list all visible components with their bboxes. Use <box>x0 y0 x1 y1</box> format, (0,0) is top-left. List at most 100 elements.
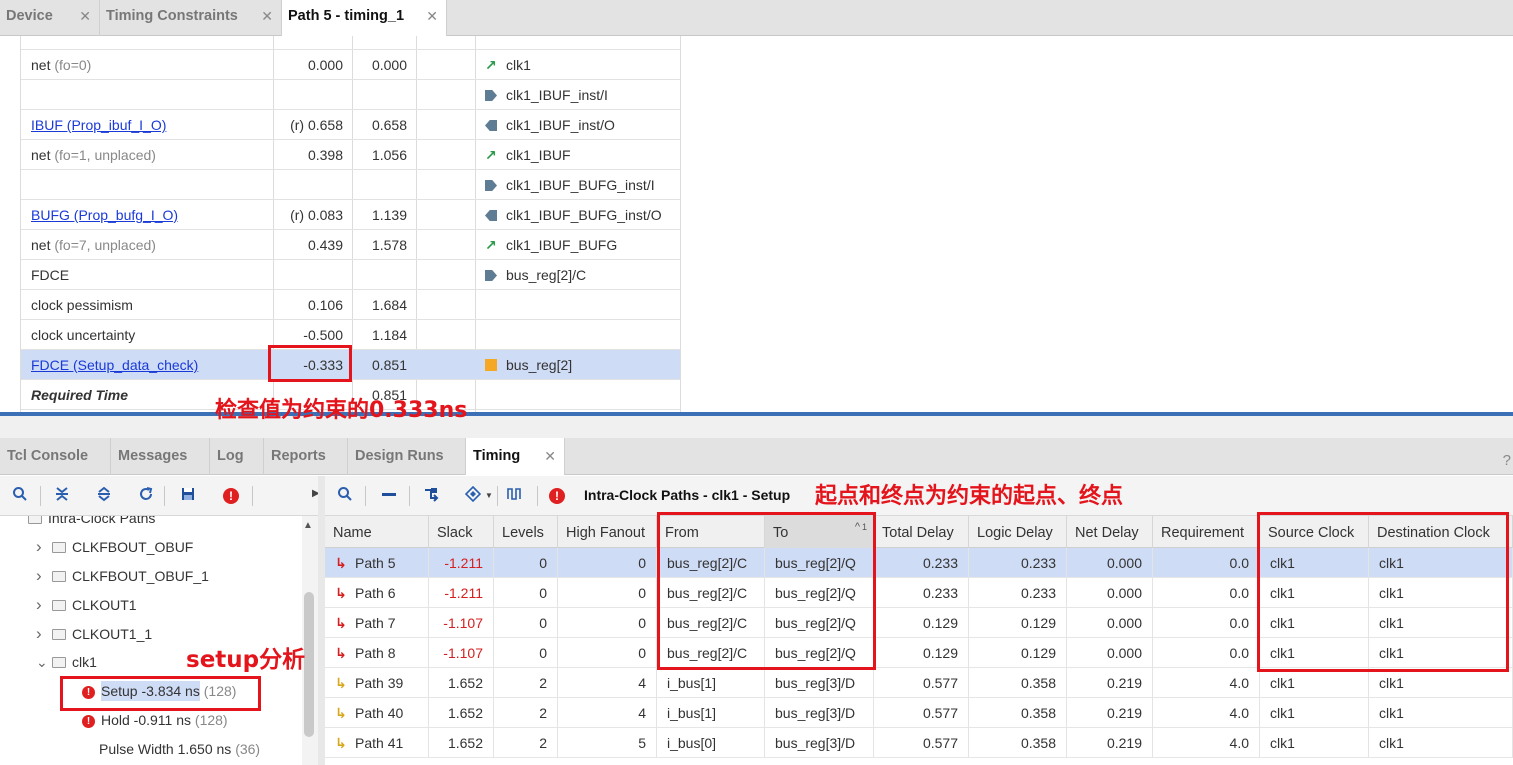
error-icon[interactable]: ! <box>221 486 241 506</box>
close-icon[interactable]: ✕ <box>544 438 556 475</box>
description-cell <box>31 170 271 200</box>
tab-device[interactable]: Device ✕ <box>0 0 100 36</box>
vertical-splitter[interactable] <box>318 476 325 765</box>
tab-messages[interactable]: Messages <box>111 438 210 475</box>
bottom-tab-bar: Tcl Console Messages Log Reports Design … <box>0 438 1513 475</box>
folder-icon <box>52 542 66 553</box>
table-row[interactable]: ↳ Path 39 1.652 2 4 i_bus[1] bus_reg[3]/D 0.577… <box>325 668 1513 698</box>
search-icon[interactable] <box>335 486 355 506</box>
chevron-right-icon[interactable]: › <box>36 561 50 590</box>
chevron-right-icon[interactable]: › <box>36 619 50 648</box>
cell-fanout: 0 <box>558 548 657 578</box>
minus-icon[interactable] <box>379 486 399 506</box>
location-text: clk1_IBUF_BUFG_inst/O <box>506 207 662 223</box>
path-cell <box>352 260 407 290</box>
cell-value: 0.219 <box>1106 705 1142 721</box>
tab-path-5[interactable]: Path 5 - timing_1 ✕ <box>282 0 447 37</box>
cell-value: 0.0 <box>1229 645 1249 661</box>
tree-item-count: (36) <box>235 741 261 757</box>
tab-timing[interactable]: Timing ✕ <box>466 438 565 475</box>
cell-req: 4.0 <box>1153 698 1260 728</box>
cell-value: 2 <box>539 675 547 691</box>
tab-tcl-console[interactable]: Tcl Console <box>0 438 111 475</box>
table-row[interactable]: net (fo=1, unplaced) 0.398 1.056 ↗ clk1_IBUF <box>21 140 680 170</box>
chevron-down-icon[interactable]: ⌄ <box>36 648 50 677</box>
description-text: clock pessimism <box>31 297 133 313</box>
cell-value: -1.107 <box>443 615 483 631</box>
table-row[interactable]: BUFG (Prop_bufg_I_O) (r) 0.083 1.139 clk1_I… <box>21 200 680 230</box>
column-header-logic-delay[interactable]: Logic Delay <box>969 516 1067 548</box>
column-header-high-fanout[interactable]: High Fanout <box>558 516 657 548</box>
cell-value: 2 <box>539 735 547 751</box>
chevron-right-icon[interactable]: › <box>36 590 50 619</box>
tree-item[interactable]: › CLKOUT1 <box>36 590 137 619</box>
column-header-total-delay[interactable]: Total Delay <box>874 516 969 548</box>
table-row[interactable]: clock pessimism 0.106 1.684 <box>21 290 680 320</box>
dropdown-icon[interactable]: ▼ <box>485 491 493 500</box>
search-icon[interactable] <box>10 486 30 506</box>
cell-logic: 0.358 <box>969 698 1067 728</box>
tab-timing-constraints[interactable]: Timing Constraints ✕ <box>100 0 282 36</box>
column-header-requirement[interactable]: Requirement <box>1153 516 1260 548</box>
expand-all-icon[interactable] <box>94 486 114 506</box>
description-text: clock uncertainty <box>31 327 136 343</box>
close-icon[interactable]: ✕ <box>261 0 273 32</box>
table-row[interactable]: clk1_IBUF_inst/I <box>21 80 680 110</box>
chevron-right-icon[interactable]: › <box>36 532 50 561</box>
table-row[interactable]: IBUF (Prop_ibuf_I_O) (r) 0.658 0.658 clk1_I… <box>21 110 680 140</box>
net-arrow-icon: ↗ <box>485 237 497 253</box>
highlight-icon[interactable] <box>463 485 483 506</box>
tree-item[interactable]: › CLKFBOUT_OBUF <box>36 532 193 561</box>
column-header-levels[interactable]: Levels <box>494 516 558 548</box>
cell-fanout: 4 <box>558 698 657 728</box>
cell-fanout: 0 <box>558 638 657 668</box>
table-row[interactable]: ↳ Path 40 1.652 2 4 i_bus[1] bus_reg[3]/D 0.577… <box>325 698 1513 728</box>
cell-value: 0.0 <box>1229 585 1249 601</box>
cell-value: Path 7 <box>355 615 396 631</box>
cell-link[interactable]: FDCE (Setup_data_check) <box>31 357 198 373</box>
tree-item[interactable]: Intra-Clock Paths <box>26 516 155 533</box>
column-header-net-delay[interactable]: Net Delay <box>1067 516 1153 548</box>
column-header-slack[interactable]: Slack <box>429 516 494 548</box>
table-row[interactable]: net (fo=0) 0.000 0.000 ↗ clk1 <box>21 50 680 80</box>
tree-item-count: (128) <box>194 712 228 728</box>
scroll-up-icon[interactable]: ▲ <box>303 520 313 531</box>
tab-label: Device <box>6 8 53 24</box>
tab-design-runs[interactable]: Design Runs <box>348 438 466 475</box>
tree-item[interactable]: Pulse Width 1.650 ns (36) <box>99 735 260 764</box>
table-row[interactable]: net (fo=7, unplaced) 0.439 1.578 ↗ clk1_IBUF… <box>21 230 680 260</box>
fanout-text: (fo=7, unplaced) <box>54 237 156 253</box>
tree-item[interactable]: › CLKOUT1_1 <box>36 619 152 648</box>
incr-value: -0.500 <box>303 327 343 343</box>
help-icon[interactable]: ? <box>1503 452 1511 469</box>
close-icon[interactable]: ✕ <box>426 0 438 32</box>
annotation-box-clocks <box>1257 512 1509 672</box>
cell-link[interactable]: IBUF (Prop_ibuf_I_O) <box>31 117 166 133</box>
refresh-icon[interactable] <box>136 486 156 506</box>
table-row[interactable]: ↳ Path 41 1.652 2 5 i_bus[0] bus_reg[3]/D 0.577… <box>325 728 1513 758</box>
close-icon[interactable]: ✕ <box>79 0 91 32</box>
cell-value: 4.0 <box>1229 675 1249 691</box>
collapse-all-icon[interactable] <box>52 486 72 506</box>
table-row[interactable]: FDCE bus_reg[2]/C <box>21 260 680 290</box>
annotation-setup: setup分析 <box>186 647 306 673</box>
folder-icon <box>52 571 66 582</box>
table-row[interactable]: clk1_IBUF_BUFG_inst/I <box>21 170 680 200</box>
cell-value: 0.577 <box>922 705 958 721</box>
tab-reports[interactable]: Reports <box>264 438 348 475</box>
error-icon[interactable]: ! <box>547 486 567 506</box>
cell-src: clk1 <box>1260 728 1369 758</box>
incr-cell: 0.106 <box>273 290 343 320</box>
cell-value: 0 <box>539 555 547 571</box>
path-detail-panel: net (fo=0) 0.000 0.000 ↗ clk1 clk1_IBUF_inst/… <box>0 36 1513 412</box>
save-icon[interactable] <box>178 486 198 506</box>
waveform-icon[interactable] <box>505 486 525 506</box>
tree-scrollbar-thumb[interactable] <box>304 592 314 737</box>
column-header-name[interactable]: Name <box>325 516 429 548</box>
cell-link[interactable]: BUFG (Prop_bufg_I_O) <box>31 207 178 223</box>
tab-log[interactable]: Log <box>210 438 264 475</box>
tree-item[interactable]: ⌄ clk1 <box>36 648 97 677</box>
path-value: 0.658 <box>371 117 407 133</box>
schematic-icon[interactable] <box>421 486 441 506</box>
tree-item[interactable]: › CLKFBOUT_OBUF_1 <box>36 561 209 590</box>
